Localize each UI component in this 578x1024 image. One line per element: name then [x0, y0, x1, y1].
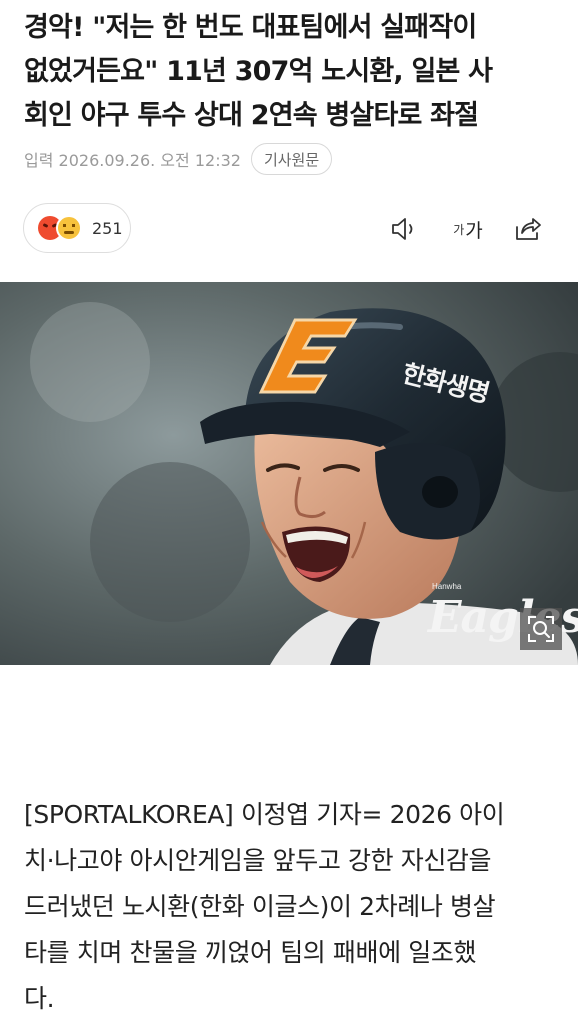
watermark-small: Hanwha — [432, 582, 462, 591]
zoom-button[interactable] — [520, 608, 562, 650]
published-date: 입력 2026.09.26. 오전 12:32 — [24, 151, 241, 170]
article-meta: 입력 2026.09.26. 오전 12:32 기사원문 — [24, 143, 333, 175]
share-icon — [516, 218, 541, 240]
sad-emoji-icon — [56, 215, 82, 241]
font-size-large-label: 가 — [465, 219, 483, 242]
font-size-small-label: 가 — [453, 222, 465, 237]
reaction-count: 251 — [92, 218, 123, 238]
speaker-button[interactable] — [388, 212, 422, 246]
share-button[interactable] — [511, 212, 545, 246]
zoom-icon — [528, 616, 554, 642]
font-size-button[interactable]: 가가 — [446, 212, 490, 246]
article-body: [SPORTALKOREA] 이정엽 기자= 2026 아이 치·나고야 아시안… — [24, 800, 505, 1013]
original-article-button[interactable]: 기사원문 — [250, 143, 333, 175]
speaker-icon — [392, 218, 413, 240]
article-photo: 한화생명 Hanwha Eagles — [0, 282, 578, 665]
reaction-button[interactable]: 251 — [23, 203, 131, 253]
article-headline: 경악! "저는 한 번도 대표팀에서 실패작이 없었거든요" 11년 307억 … — [24, 12, 493, 131]
